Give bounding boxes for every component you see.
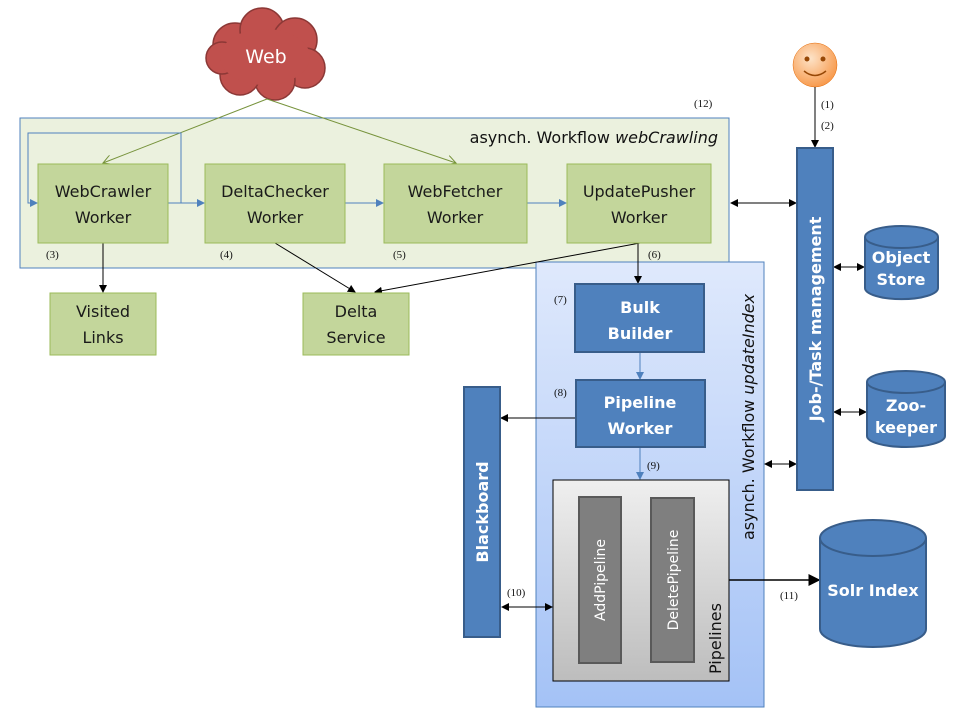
worker-label: UpdatePusher — [583, 182, 696, 201]
architecture-diagram: asynch. Workflow webCrawling (12) asynch… — [19, 7, 946, 708]
delete-pipeline[interactable]: DeletePipeline — [650, 497, 695, 663]
add-pipeline-label: AddPipeline — [593, 539, 609, 621]
job-task-management[interactable]: Job-/Task management — [796, 147, 834, 491]
step-6: (6) — [648, 249, 661, 261]
smiley-face-icon — [792, 42, 838, 88]
bulk-builder-label: Builder — [608, 324, 673, 343]
pipeline-worker[interactable]: Pipeline Worker — [575, 379, 706, 448]
crawl-workflow-title: asynch. Workflow webCrawling — [470, 128, 718, 147]
bulk-builder[interactable]: Bulk Builder — [574, 283, 705, 353]
step-11: (11) — [780, 590, 798, 602]
delta-service[interactable]: Delta Service — [302, 292, 410, 356]
step-8: (8) — [554, 387, 567, 399]
step-4: (4) — [220, 249, 233, 261]
step-2: (2) — [821, 120, 834, 132]
blackboard-label: Blackboard — [473, 461, 492, 562]
worker-deltachecker[interactable]: DeltaChecker Worker — [204, 163, 346, 244]
step-9: (9) — [647, 460, 660, 472]
delta-service-label: Service — [326, 328, 385, 347]
pipeline-worker-label: Pipeline — [604, 393, 677, 412]
worker-label: Worker — [611, 208, 668, 227]
job-management-label: Job-/Task management — [806, 216, 825, 422]
worker-label: WebFetcher — [408, 182, 503, 201]
pipelines-label: Pipelines — [706, 603, 725, 674]
worker-webcrawler[interactable]: WebCrawler Worker — [37, 163, 169, 244]
visited-links-label: Visited — [76, 302, 130, 321]
step-12: (12) — [694, 98, 713, 110]
object-store-label: Store — [877, 270, 926, 289]
worker-label: DeltaChecker — [221, 182, 329, 201]
bulk-builder-label: Bulk — [620, 298, 660, 317]
step-10: (10) — [507, 587, 526, 599]
add-pipeline[interactable]: AddPipeline — [578, 496, 622, 664]
step-5: (5) — [393, 249, 406, 261]
visited-links-label: Links — [82, 328, 123, 347]
pipeline-worker-label: Worker — [608, 419, 673, 438]
worker-label: Worker — [75, 208, 132, 227]
web-label: Web — [245, 46, 286, 68]
zookeeper[interactable]: Zoo- keeper — [866, 370, 946, 448]
index-workflow-title: asynch. Workflow updateIndex — [739, 293, 758, 540]
object-store-label: Object — [872, 248, 931, 267]
object-store[interactable]: Object Store — [864, 225, 939, 301]
worker-label: WebCrawler — [55, 182, 152, 201]
worker-label: Worker — [427, 208, 484, 227]
worker-updatepusher[interactable]: UpdatePusher Worker — [566, 163, 712, 244]
delete-pipeline-label: DeletePipeline — [666, 530, 682, 631]
step-7: (7) — [554, 294, 567, 306]
zookeeper-label: keeper — [875, 418, 937, 437]
worker-webfetcher[interactable]: WebFetcher Worker — [383, 163, 528, 244]
visited-links[interactable]: Visited Links — [49, 292, 157, 356]
web-cloud: Web — [205, 7, 326, 101]
step-3: (3) — [46, 249, 59, 261]
solr-index[interactable]: Solr Index — [819, 519, 927, 648]
delta-service-label: Delta — [335, 302, 378, 321]
step-1: (1) — [821, 99, 834, 111]
solr-label: Solr Index — [827, 581, 919, 600]
worker-label: Worker — [247, 208, 304, 227]
blackboard[interactable]: Blackboard — [463, 386, 501, 638]
zookeeper-label: Zoo- — [886, 396, 926, 415]
